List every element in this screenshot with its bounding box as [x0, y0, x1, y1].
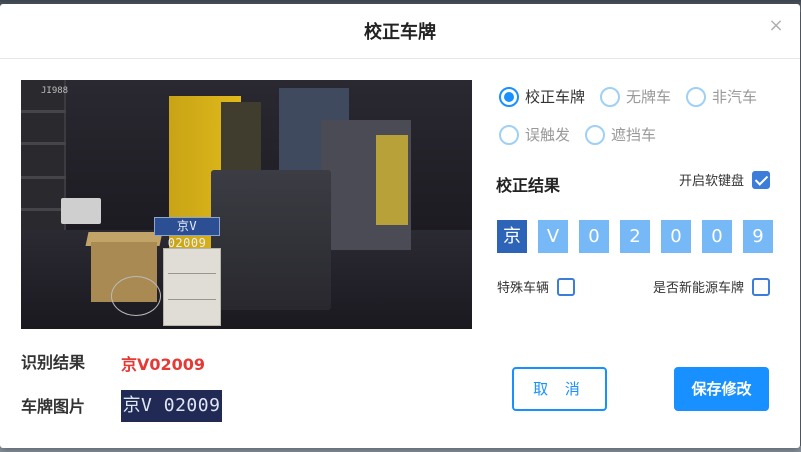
- detected-plate-in-scene: 京V 02009: [154, 217, 220, 250]
- plate-char-province[interactable]: 京: [497, 220, 527, 253]
- plate-char-6[interactable]: 0: [702, 220, 732, 253]
- correct-plate-dialog: 校正车牌 × JI988 京V 02009 识别结果 京V02009 车牌图片: [0, 4, 800, 448]
- plate-char-3[interactable]: 0: [579, 220, 609, 253]
- radio-label: 非汽车: [712, 88, 758, 106]
- plate-char-2[interactable]: V: [538, 220, 568, 253]
- plate-image-label: 车牌图片: [21, 397, 86, 416]
- radio-dot: [585, 124, 605, 145]
- radio-blocked-car[interactable]: 遮挡车: [585, 124, 656, 145]
- radio-dot: [499, 86, 519, 107]
- radio-dot: [499, 124, 519, 145]
- radio-false-trigger[interactable]: 误触发: [499, 124, 570, 145]
- radio-no-plate[interactable]: 无牌车: [600, 86, 671, 107]
- plate-char-7[interactable]: 9: [743, 220, 773, 253]
- radio-dot: [600, 86, 620, 107]
- save-changes-button[interactable]: 保存修改: [674, 367, 769, 411]
- soft-keyboard-label: 开启软键盘: [679, 174, 745, 189]
- camera-snapshot: JI988 京V 02009: [21, 80, 472, 329]
- radio-correct-plate[interactable]: 校正车牌: [499, 86, 585, 107]
- result-value: 京V02009: [121, 355, 206, 374]
- close-icon[interactable]: ×: [766, 16, 786, 36]
- cancel-button[interactable]: 取 消: [512, 367, 607, 411]
- radio-label: 校正车牌: [525, 88, 586, 106]
- special-vehicle-checkbox[interactable]: [557, 277, 576, 296]
- new-energy-checkbox[interactable]: [752, 277, 771, 296]
- plate-char-5[interactable]: 0: [661, 220, 691, 253]
- radio-label: 误触发: [525, 126, 571, 144]
- dialog-header: 校正车牌 ×: [0, 4, 800, 59]
- radio-dot: [686, 86, 706, 107]
- radio-non-car[interactable]: 非汽车: [686, 86, 757, 107]
- camera-corner-text: JI988: [41, 86, 69, 96]
- plate-image-thumbnail: 京V 02009: [121, 390, 222, 422]
- result-label: 识别结果: [21, 353, 86, 372]
- plate-char-4[interactable]: 2: [620, 220, 650, 253]
- special-vehicle-label: 特殊车辆: [497, 281, 550, 296]
- dialog-title: 校正车牌: [364, 22, 436, 43]
- radio-label: 无牌车: [626, 88, 672, 106]
- special-vehicle-toggle[interactable]: 特殊车辆: [497, 277, 576, 296]
- radio-label: 遮挡车: [611, 126, 657, 144]
- soft-keyboard-checkbox[interactable]: [752, 170, 771, 189]
- correction-result-title: 校正结果: [496, 176, 561, 195]
- soft-keyboard-toggle[interactable]: 开启软键盘: [679, 170, 771, 189]
- new-energy-toggle[interactable]: 是否新能源车牌: [653, 277, 771, 296]
- new-energy-label: 是否新能源车牌: [653, 281, 745, 296]
